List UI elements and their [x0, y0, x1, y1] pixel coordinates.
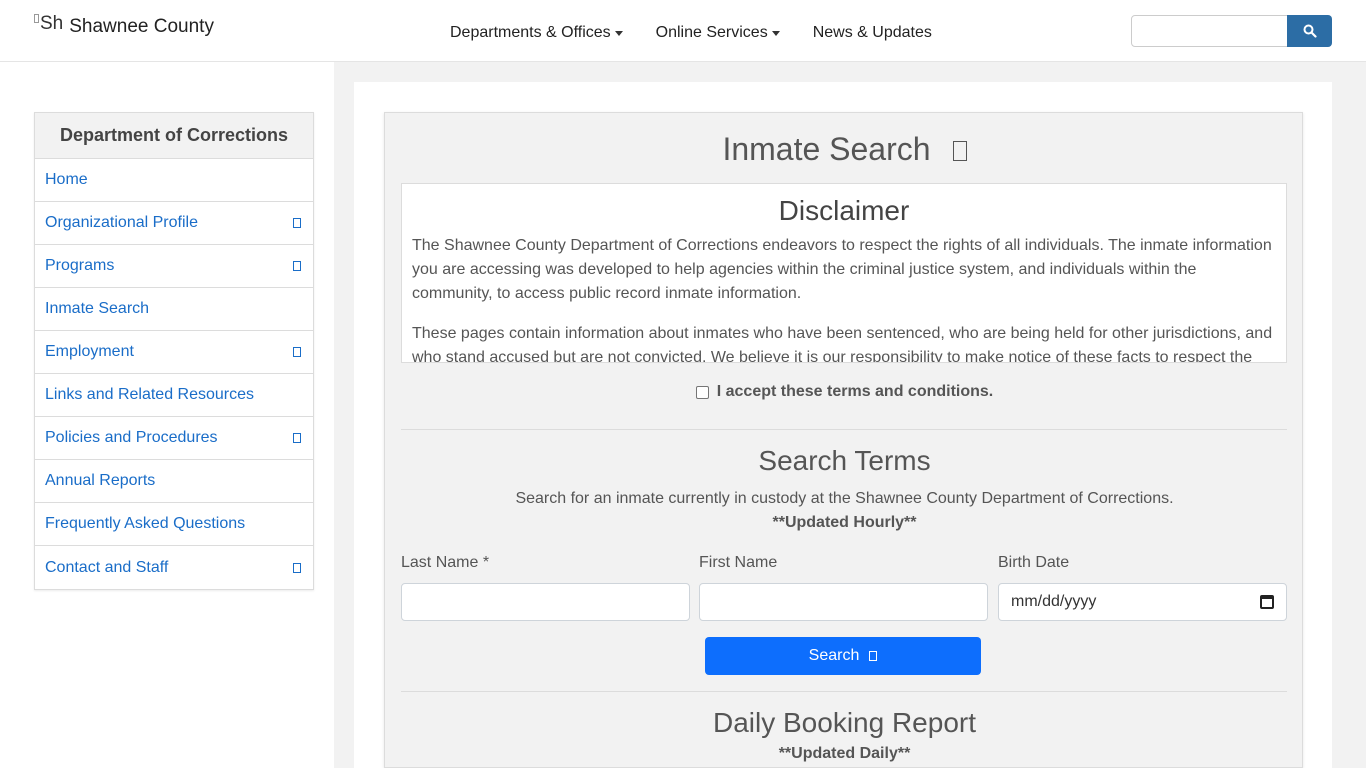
sidebar-item-label: Programs	[45, 257, 115, 274]
sidebar-item-policies-procedures[interactable]: Policies and Procedures	[35, 417, 313, 460]
calendar-icon[interactable]	[1260, 595, 1274, 609]
site-header: Sh Shawnee County Departments & Offices …	[0, 0, 1366, 62]
disclaimer-scroll-box[interactable]: Disclaimer The Shawnee County Department…	[401, 183, 1287, 363]
sidebar-item-label: Employment	[45, 343, 134, 360]
search-button-label: Search	[808, 647, 860, 664]
daily-booking-report-title: Daily Booking Report	[712, 707, 977, 738]
sidebar-title: Department of Corrections	[35, 113, 313, 159]
sidebar-item-contact-staff[interactable]: Contact and Staff	[35, 546, 313, 589]
expand-icon[interactable]	[293, 347, 301, 357]
sidebar-item-label: Links and Related Resources	[45, 386, 255, 403]
nav-label: Departments & Offices	[450, 24, 611, 41]
disclaimer-title: Disclaimer	[778, 195, 910, 226]
site-search-input[interactable]	[1131, 15, 1288, 47]
accept-terms-row: I accept these terms and conditions.	[385, 383, 1304, 401]
nav-news-updates[interactable]: News & Updates	[813, 24, 932, 42]
page-title: Inmate Search	[722, 131, 931, 167]
caret-down-icon	[614, 30, 623, 36]
broken-logo-image: Sh	[34, 13, 63, 35]
sidebar-item-faq[interactable]: Frequently Asked Questions	[35, 503, 313, 546]
disclaimer-paragraph: The Shawnee County Department of Correct…	[412, 237, 1272, 302]
sidebar-item-inmate-search[interactable]: Inmate Search	[35, 288, 313, 331]
sidebar-item-label: Inmate Search	[45, 300, 150, 317]
sidebar-item-label: Organizational Profile	[45, 214, 198, 231]
disclaimer-paragraph: These pages contain information about in…	[412, 325, 1273, 363]
last-name-label: Last Name *	[401, 554, 490, 571]
sidebar-item-organizational-profile[interactable]: Organizational Profile	[35, 202, 313, 245]
last-name-input[interactable]	[401, 583, 690, 621]
nav-label: News & Updates	[812, 24, 932, 41]
site-search-button[interactable]	[1287, 15, 1332, 47]
birth-date-input[interactable]: mm/dd/yyyy	[998, 583, 1287, 621]
sidebar-item-programs[interactable]: Programs	[35, 245, 313, 288]
sidebar-item-employment[interactable]: Employment	[35, 331, 313, 374]
sidebar-nav: Department of Corrections Home Organizat…	[34, 112, 314, 590]
caret-down-icon	[771, 30, 780, 36]
sidebar-item-label: Annual Reports	[45, 472, 156, 489]
logo-alt-text: Sh	[40, 13, 64, 34]
sidebar-item-label: Frequently Asked Questions	[45, 515, 246, 532]
sidebar-item-label: Contact and Staff	[45, 558, 169, 576]
nav-departments-offices[interactable]: Departments & Offices	[450, 24, 623, 42]
expand-icon[interactable]	[293, 218, 301, 228]
expand-icon[interactable]	[293, 562, 301, 573]
first-name-input[interactable]	[699, 583, 988, 621]
search-terms-description: Search for an inmate currently in custod…	[515, 490, 1174, 507]
first-name-label: First Name	[699, 554, 778, 571]
updated-daily-note: **Updated Daily**	[778, 745, 911, 762]
birth-date-label: Birth Date	[998, 554, 1070, 571]
birth-date-placeholder: mm/dd/yyyy	[1011, 593, 1097, 610]
search-terms-title: Search Terms	[758, 445, 931, 476]
nav-label: Online Services	[655, 24, 768, 41]
inmate-search-card: Inmate Search Disclaimer The Shawnee Cou…	[384, 112, 1303, 768]
sidebar-item-label: Home	[45, 171, 88, 188]
title-glyph-icon	[952, 141, 967, 161]
sidebar-item-links-resources[interactable]: Links and Related Resources	[35, 374, 313, 417]
page-title-row: Inmate Search	[385, 131, 1304, 168]
nav-online-services[interactable]: Online Services	[656, 24, 780, 42]
sidebar-item-annual-reports[interactable]: Annual Reports	[35, 460, 313, 503]
divider	[401, 429, 1287, 430]
search-glyph-icon	[869, 651, 878, 661]
accept-terms-checkbox[interactable]	[695, 385, 709, 399]
site-name: Shawnee County	[69, 16, 214, 37]
accept-terms-label[interactable]: I accept these terms and conditions.	[717, 383, 994, 401]
site-logo[interactable]: Sh Shawnee County	[34, 13, 214, 37]
expand-icon[interactable]	[293, 261, 301, 271]
search-icon	[1303, 24, 1317, 38]
updated-hourly-note: **Updated Hourly**	[772, 514, 917, 531]
search-button[interactable]: Search	[705, 637, 981, 675]
divider	[401, 691, 1287, 692]
sidebar-item-home[interactable]: Home	[35, 159, 313, 202]
broken-image-icon	[34, 13, 39, 23]
main-nav: Departments & Offices Online Services Ne…	[450, 24, 965, 42]
sidebar-item-label: Policies and Procedures	[45, 429, 218, 446]
expand-icon[interactable]	[293, 433, 301, 443]
